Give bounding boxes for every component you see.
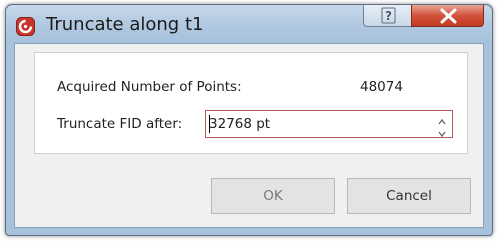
acquired-points-value: 48074 bbox=[360, 79, 403, 95]
close-button[interactable] bbox=[411, 5, 484, 27]
window-title: Truncate along t1 bbox=[46, 14, 204, 35]
app-logo-icon bbox=[16, 17, 35, 36]
truncate-fid-value[interactable]: 32768 pt bbox=[209, 116, 270, 132]
text-cursor bbox=[209, 115, 210, 133]
ok-button[interactable]: OK bbox=[211, 178, 335, 214]
help-button[interactable]: ? bbox=[363, 5, 413, 27]
svg-text:?: ? bbox=[385, 9, 392, 23]
acquired-points-label: Acquired Number of Points: bbox=[57, 79, 242, 95]
dialog-window: Truncate along t1 ? Acquired Number of P… bbox=[5, 4, 493, 236]
spin-down-icon[interactable] bbox=[436, 124, 448, 138]
dialog-content: Acquired Number of Points: 48074 Truncat… bbox=[14, 43, 484, 228]
title-bar[interactable]: Truncate along t1 ? bbox=[6, 5, 492, 43]
truncate-fid-spinbox[interactable]: 32768 pt bbox=[205, 110, 453, 138]
settings-group: Acquired Number of Points: 48074 Truncat… bbox=[34, 52, 468, 154]
truncate-fid-label: Truncate FID after: bbox=[57, 116, 183, 132]
cancel-button[interactable]: Cancel bbox=[347, 178, 471, 214]
spin-up-icon[interactable] bbox=[436, 113, 448, 125]
